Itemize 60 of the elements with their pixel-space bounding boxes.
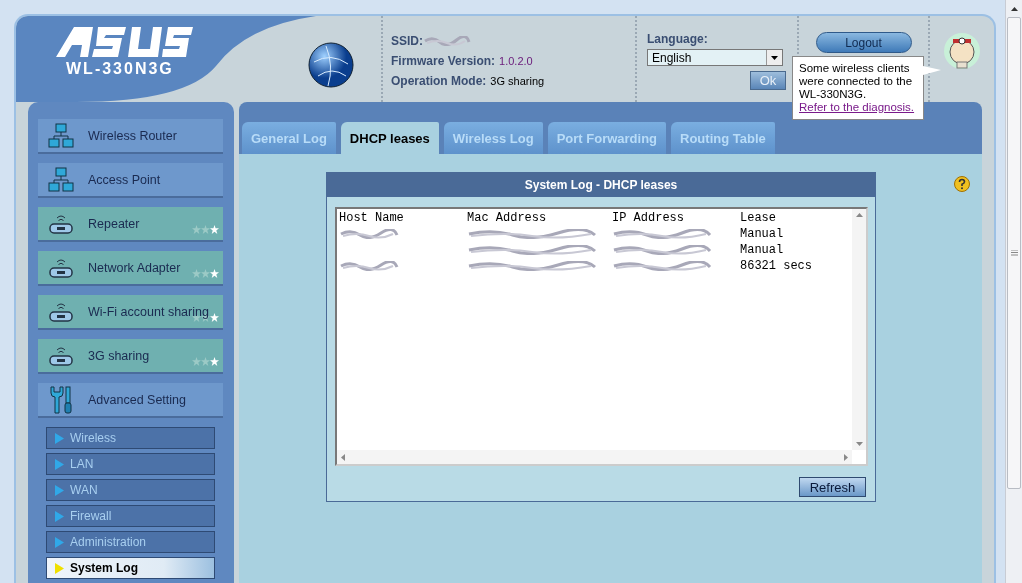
network-tree-icon bbox=[48, 122, 74, 149]
firmware-label: Firmware Version: bbox=[391, 54, 496, 68]
submenu-item[interactable]: Firewall bbox=[46, 505, 215, 527]
firmware-version-link[interactable]: 1.0.2.0 bbox=[499, 55, 533, 67]
triangle-icon bbox=[55, 536, 64, 548]
lease-cell-text: Manual bbox=[740, 227, 785, 241]
redaction-scribble bbox=[339, 229, 399, 239]
sparkle-icon bbox=[192, 225, 219, 234]
column-header: Mac Address bbox=[467, 211, 548, 225]
ok-button[interactable]: Ok bbox=[750, 71, 786, 90]
ssid-label: SSID: bbox=[391, 34, 423, 48]
network-tree-icon bbox=[48, 166, 74, 193]
assistant-avatar-icon bbox=[943, 32, 981, 70]
redaction-scribble bbox=[423, 36, 471, 46]
language-dropdown[interactable]: English bbox=[647, 49, 783, 66]
refresh-button[interactable]: Refresh bbox=[799, 477, 866, 497]
mode-menu-item[interactable]: Wireless Router bbox=[38, 119, 223, 154]
log-text-area[interactable]: Host Name Mac Address IP Address Lease Manual Manual 86321 secs bbox=[335, 207, 868, 466]
column-header: Host Name bbox=[339, 211, 405, 225]
triangle-icon bbox=[55, 432, 64, 444]
logout-button[interactable]: Logout bbox=[815, 32, 912, 53]
triangle-icon bbox=[55, 510, 64, 522]
mode-menu-item[interactable]: Network Adapter bbox=[38, 251, 223, 286]
sparkle-icon bbox=[192, 357, 219, 366]
column-header: Lease bbox=[740, 211, 777, 225]
tab[interactable]: DHCP leases bbox=[340, 122, 439, 154]
scroll-right-icon[interactable] bbox=[844, 453, 848, 461]
sparkle-icon bbox=[192, 269, 219, 278]
triangle-icon bbox=[55, 458, 64, 470]
scrollbar-thumb[interactable] bbox=[1007, 17, 1021, 489]
triangle-icon bbox=[55, 562, 64, 574]
help-icon[interactable] bbox=[954, 176, 970, 192]
submenu-item[interactable]: WAN bbox=[46, 479, 215, 501]
mode-menu-item[interactable]: 3G sharing bbox=[38, 339, 223, 374]
language-label: Language: bbox=[647, 32, 709, 46]
lease-cell-text: Manual bbox=[740, 243, 785, 257]
diagnosis-link[interactable]: Refer to the diagnosis. bbox=[799, 101, 917, 114]
scroll-left-icon[interactable] bbox=[341, 453, 345, 461]
triangle-icon bbox=[55, 484, 64, 496]
dropdown-arrow-icon bbox=[771, 55, 778, 60]
submenu-item[interactable]: System Log bbox=[46, 557, 215, 579]
lease-cell-text: 86321 secs bbox=[740, 259, 813, 273]
operation-mode-value: 3G sharing bbox=[490, 75, 545, 87]
submenu-item[interactable]: Wireless bbox=[46, 427, 215, 449]
mode-menu-item[interactable]: Repeater bbox=[38, 207, 223, 242]
mode-menu-item[interactable]: Advanced Setting bbox=[38, 383, 223, 418]
globe-icon bbox=[308, 42, 354, 88]
redaction-scribble bbox=[339, 261, 399, 271]
mode-menu-item[interactable]: Wi-Fi account sharing bbox=[38, 295, 223, 330]
tooltip-text: Some wireless clients were connected to the WL-330N3G. bbox=[799, 62, 914, 101]
submenu-item[interactable]: Administration bbox=[46, 531, 215, 553]
mode-menu-item[interactable]: Access Point bbox=[38, 163, 223, 198]
scroll-down-icon[interactable] bbox=[855, 442, 863, 446]
submenu-item[interactable]: LAN bbox=[46, 453, 215, 475]
scroll-up-icon[interactable] bbox=[1010, 6, 1018, 11]
model-name: WL-330N3G bbox=[66, 60, 174, 78]
log-panel-title: System Log - DHCP leases bbox=[327, 173, 875, 197]
tools-icon bbox=[48, 384, 74, 415]
operation-mode-label: Operation Mode: bbox=[391, 74, 487, 88]
column-header: IP Address bbox=[612, 211, 685, 225]
